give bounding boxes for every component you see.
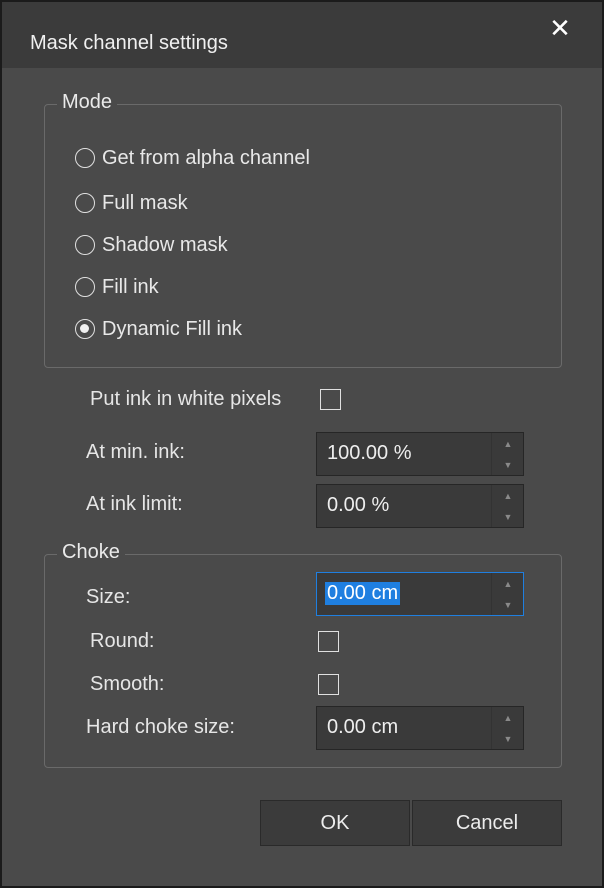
ok-button[interactable]: OK (260, 800, 410, 846)
radio-label: Full mask (102, 191, 188, 214)
title-bar: Mask channel settings ✕ (2, 2, 602, 68)
hard-choke-size-spinbox[interactable]: 0.00 cm ▲ ▼ (316, 706, 524, 750)
choke-size-spinbox[interactable]: 0.00 cm ▲ ▼ (316, 572, 524, 616)
radio-fill-ink[interactable]: Fill ink (75, 273, 159, 301)
spin-up-icon[interactable]: ▲ (492, 433, 524, 454)
ink-limit-value[interactable]: 0.00 % (327, 494, 389, 517)
radio-button-selected[interactable] (75, 319, 95, 339)
spin-down-icon[interactable]: ▼ (492, 506, 524, 527)
radio-get-from-alpha[interactable]: Get from alpha channel (75, 144, 310, 172)
min-ink-spinbox[interactable]: 100.00 % ▲ ▼ (316, 432, 524, 476)
radio-button[interactable] (75, 193, 95, 213)
choke-size-value[interactable]: 0.00 cm (325, 582, 401, 605)
close-icon[interactable]: ✕ (548, 15, 572, 41)
choke-size-label: Size: (86, 586, 131, 608)
spin-arrows: ▲ ▼ (491, 707, 523, 749)
mode-group: Mode Get from alpha channel Full mask Sh… (44, 91, 562, 368)
ink-limit-spinbox[interactable]: 0.00 % ▲ ▼ (316, 484, 524, 528)
radio-label: Get from alpha channel (102, 146, 310, 169)
spin-up-icon[interactable]: ▲ (492, 573, 524, 594)
spin-down-icon[interactable]: ▼ (492, 728, 524, 749)
radio-full-mask[interactable]: Full mask (75, 189, 188, 217)
spin-down-icon[interactable]: ▼ (492, 454, 524, 475)
smooth-checkbox[interactable] (318, 674, 339, 695)
mask-channel-settings-dialog: Mask channel settings ✕ Mode Get from al… (0, 0, 604, 888)
radio-button[interactable] (75, 235, 95, 255)
white-pixels-checkbox[interactable] (320, 389, 341, 410)
mode-group-title: Mode (57, 91, 118, 114)
choke-group-title: Choke (57, 541, 125, 564)
radio-shadow-mask[interactable]: Shadow mask (75, 231, 228, 259)
smooth-label: Smooth: (90, 673, 165, 695)
min-ink-value[interactable]: 100.00 % (327, 442, 412, 465)
round-checkbox[interactable] (318, 631, 339, 652)
round-label: Round: (90, 630, 155, 652)
spin-arrows: ▲ ▼ (491, 433, 523, 475)
min-ink-label: At min. ink: (86, 441, 185, 463)
radio-label: Fill ink (102, 275, 159, 298)
spin-arrows: ▲ ▼ (491, 485, 523, 527)
spin-up-icon[interactable]: ▲ (492, 707, 524, 728)
hard-choke-size-label: Hard choke size: (86, 716, 235, 738)
radio-button[interactable] (75, 277, 95, 297)
radio-dynamic-fill-ink[interactable]: Dynamic Fill ink (75, 315, 242, 343)
cancel-button[interactable]: Cancel (412, 800, 562, 846)
dialog-title: Mask channel settings (30, 32, 228, 54)
spin-down-icon[interactable]: ▼ (492, 594, 524, 615)
hard-choke-size-value[interactable]: 0.00 cm (327, 716, 398, 739)
spin-up-icon[interactable]: ▲ (492, 485, 524, 506)
radio-button[interactable] (75, 148, 95, 168)
ink-limit-label: At ink limit: (86, 493, 183, 515)
white-pixels-label: Put ink in white pixels (90, 388, 282, 410)
radio-label: Shadow mask (102, 233, 228, 256)
spin-arrows: ▲ ▼ (491, 573, 523, 615)
radio-label: Dynamic Fill ink (102, 317, 243, 340)
